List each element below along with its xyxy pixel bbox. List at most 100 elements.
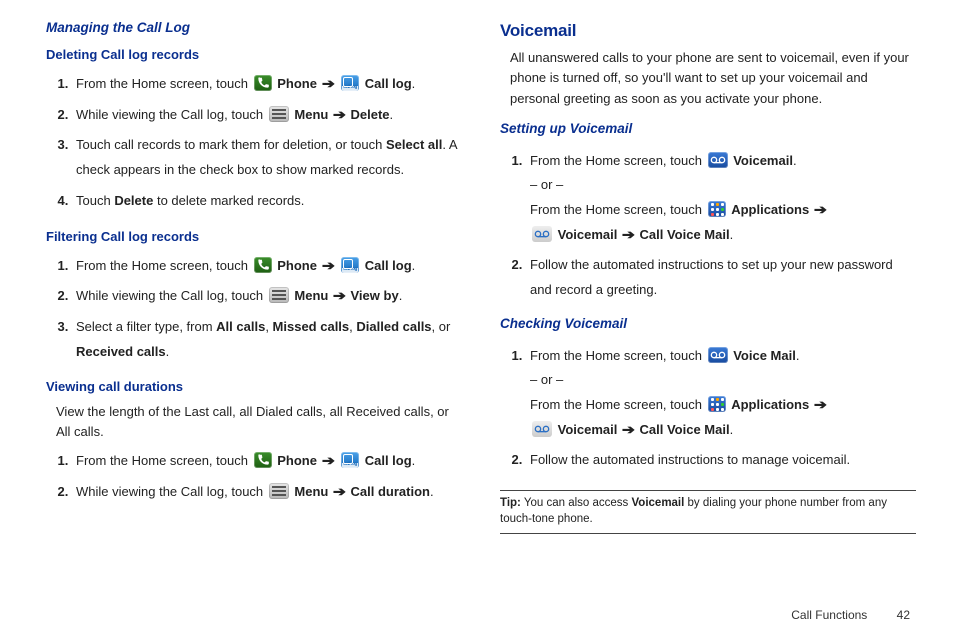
text: From the Home screen, touch — [76, 453, 252, 468]
tip-divider — [500, 533, 916, 534]
list-item: Select a filter type, from All calls, Mi… — [72, 312, 462, 367]
menu-icon — [269, 483, 289, 499]
setup-voicemail-steps: From the Home screen, touch Voicemail. –… — [526, 146, 916, 306]
list-item: Follow the automated instructions to set… — [526, 250, 916, 305]
menu-icon — [269, 106, 289, 122]
left-column: Managing the Call Log Deleting Call log … — [46, 18, 462, 538]
call-voice-mail-label: Call Voice Mail — [640, 227, 730, 242]
phone-icon — [254, 257, 272, 273]
menu-label: Menu — [294, 288, 328, 303]
text: You can also access — [521, 497, 632, 509]
text: From the Home screen, touch — [76, 258, 252, 273]
footer-page-number: 42 — [897, 608, 910, 622]
list-item: From the Home screen, touch Phone ➔ Call… — [72, 69, 462, 100]
voicemail-label: Voicemail — [558, 227, 618, 242]
durations-steps: From the Home screen, touch Phone ➔ Call… — [72, 446, 462, 507]
arrow-icon: ➔ — [622, 223, 635, 248]
text: to delete marked records. — [153, 193, 304, 208]
arrow-icon: ➔ — [321, 72, 334, 97]
filter-option: Dialled calls — [356, 319, 431, 334]
arrow-icon: ➔ — [333, 284, 346, 309]
deleting-steps: From the Home screen, touch Phone ➔ Call… — [72, 69, 462, 216]
right-column: Voicemail All unanswered calls to your p… — [500, 18, 916, 538]
call-log-icon: Call log — [341, 452, 359, 468]
voicemail-gray-icon — [532, 226, 552, 242]
or-separator: – or – — [530, 177, 563, 192]
select-all-label: Select all — [386, 137, 442, 152]
text: From the Home screen, touch — [530, 202, 706, 217]
text: , or — [432, 319, 451, 334]
applications-label: Applications — [731, 202, 809, 217]
or-separator: – or – — [530, 372, 563, 387]
text: . — [730, 227, 734, 242]
text: . — [412, 76, 416, 91]
phone-icon — [254, 452, 272, 468]
heading-voicemail: Voicemail — [500, 18, 916, 44]
list-item: Touch call records to mark them for dele… — [72, 130, 462, 185]
applications-icon — [708, 201, 726, 217]
arrow-icon: ➔ — [814, 198, 827, 223]
text: From the Home screen, touch — [76, 76, 252, 91]
arrow-icon: ➔ — [321, 254, 334, 279]
arrow-icon: ➔ — [814, 393, 827, 418]
voicemail-icon — [708, 152, 728, 168]
list-item: From the Home screen, touch Phone ➔ Call… — [72, 446, 462, 477]
list-item: While viewing the Call log, touch Menu ➔… — [72, 100, 462, 131]
delete-label: Delete — [351, 107, 390, 122]
heading-checking-voicemail: Checking Voicemail — [500, 314, 916, 335]
heading-deleting-records: Deleting Call log records — [46, 45, 462, 65]
tip-label: Tip: — [500, 497, 521, 509]
menu-label: Menu — [294, 484, 328, 499]
phone-label: Phone — [277, 453, 317, 468]
phone-icon — [254, 75, 272, 91]
call-duration-label: Call duration — [351, 484, 430, 499]
arrow-icon: ➔ — [333, 480, 346, 505]
phone-label: Phone — [277, 76, 317, 91]
list-item: From the Home screen, touch Phone ➔ Call… — [72, 251, 462, 282]
tip-text: Tip: You can also access Voicemail by di… — [500, 495, 916, 527]
heading-viewing-durations: Viewing call durations — [46, 377, 462, 397]
checking-voicemail-steps: From the Home screen, touch Voice Mail. … — [526, 341, 916, 476]
text: While viewing the Call log, touch — [76, 288, 267, 303]
applications-icon — [708, 396, 726, 412]
text: Touch — [76, 193, 114, 208]
list-item: While viewing the Call log, touch Menu ➔… — [72, 281, 462, 312]
applications-label: Applications — [731, 397, 809, 412]
delete-label: Delete — [114, 193, 153, 208]
arrow-icon: ➔ — [333, 103, 346, 128]
text: . — [399, 288, 403, 303]
text: Touch call records to mark them for dele… — [76, 137, 386, 152]
voicemail-icon — [708, 347, 728, 363]
text: From the Home screen, touch — [530, 153, 706, 168]
arrow-icon: ➔ — [622, 418, 635, 443]
list-item: While viewing the Call log, touch Menu ➔… — [72, 477, 462, 508]
menu-icon — [269, 287, 289, 303]
filter-option: All calls — [216, 319, 265, 334]
voicemail-label: Voicemail — [733, 153, 793, 168]
text: . — [390, 107, 394, 122]
text: From the Home screen, touch — [530, 348, 706, 363]
page-footer: Call Functions 42 — [791, 608, 910, 622]
text: . — [412, 258, 416, 273]
voicemail-gray-icon — [532, 421, 552, 437]
text: . — [793, 153, 797, 168]
list-item: Touch Delete to delete marked records. — [72, 186, 462, 217]
voicemail-label: Voicemail — [558, 422, 618, 437]
call-log-label: Call log — [365, 453, 412, 468]
text: . — [412, 453, 416, 468]
footer-section: Call Functions — [791, 608, 867, 622]
heading-managing-call-log: Managing the Call Log — [46, 18, 462, 39]
text: Select a filter type, from — [76, 319, 216, 334]
filter-option: Missed calls — [273, 319, 350, 334]
filtering-steps: From the Home screen, touch Phone ➔ Call… — [72, 251, 462, 368]
view-by-label: View by — [351, 288, 399, 303]
list-item: From the Home screen, touch Voice Mail. … — [526, 341, 916, 446]
tip-divider — [500, 490, 916, 491]
page-content: Managing the Call Log Deleting Call log … — [0, 0, 954, 538]
filter-option: Received calls — [76, 344, 166, 359]
text: , — [265, 319, 272, 334]
text: While viewing the Call log, touch — [76, 107, 267, 122]
call-log-icon: Call log — [341, 75, 359, 91]
arrow-icon: ➔ — [321, 449, 334, 474]
text: From the Home screen, touch — [530, 397, 706, 412]
